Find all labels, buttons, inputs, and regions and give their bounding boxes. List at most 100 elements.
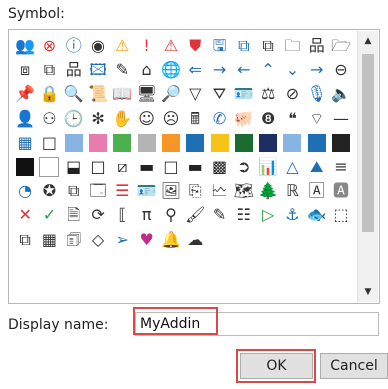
- triangle-icon[interactable]: △: [280, 155, 304, 179]
- scales-icon[interactable]: ⚖: [256, 82, 280, 106]
- smile-icon[interactable]: ☺: [134, 107, 158, 131]
- hand-icon[interactable]: ✋: [110, 107, 134, 131]
- funnel-icon[interactable]: ⛛: [207, 82, 231, 106]
- letter-a-shaded-icon[interactable]: 🅰: [329, 179, 353, 203]
- person-icon[interactable]: ⚇: [37, 107, 61, 131]
- scroll-down-button[interactable]: ▼: [359, 283, 377, 301]
- save-icon[interactable]: 🖫: [207, 34, 231, 58]
- monitor-icon[interactable]: 🖥: [134, 82, 158, 106]
- diagonal-square-icon[interactable]: ⧄: [110, 155, 134, 179]
- empty-square-icon[interactable]: □: [159, 155, 183, 179]
- ok-button[interactable]: OK: [240, 353, 313, 379]
- selection-icon[interactable]: ⬚: [329, 203, 353, 227]
- arrow-left-icon[interactable]: ⇐: [183, 58, 207, 82]
- block-icon[interactable]: ⊘: [280, 82, 304, 106]
- scrollbar-thumb[interactable]: [362, 54, 374, 232]
- cancel-circle-icon[interactable]: ⊗: [37, 34, 61, 58]
- note-icon[interactable]: 🗊: [62, 228, 86, 252]
- pen-icon[interactable]: ✎: [207, 203, 231, 227]
- shield-icon[interactable]: ⛊: [183, 34, 207, 58]
- swatch-light-blue-framed-icon[interactable]: [280, 131, 304, 155]
- speaker-icon[interactable]: 🔈: [329, 82, 353, 106]
- warning-triangle-icon[interactable]: ⚠: [110, 34, 134, 58]
- qr-icon[interactable]: ▩: [207, 155, 231, 179]
- arrow-right-thin-icon[interactable]: →: [305, 58, 329, 82]
- folder-icon[interactable]: 🗀: [280, 34, 304, 58]
- swatch-dark-green-icon[interactable]: [232, 131, 256, 155]
- bullets-icon[interactable]: ☷: [232, 203, 256, 227]
- edit-document-icon[interactable]: 🗎: [62, 203, 86, 227]
- letter-a-box-icon[interactable]: 🄰: [305, 179, 329, 203]
- dark-square-icon[interactable]: ▬: [134, 155, 158, 179]
- refresh-icon[interactable]: ⟳: [86, 203, 110, 227]
- pin-icon[interactable]: 📌: [13, 82, 37, 106]
- award-icon[interactable]: ✪: [37, 179, 61, 203]
- tree-icon[interactable]: 🌲: [256, 179, 280, 203]
- number-8-icon[interactable]: ❽: [256, 107, 280, 131]
- arrow-back-icon[interactable]: ←: [232, 58, 256, 82]
- window-stack-icon[interactable]: ⧉: [37, 58, 61, 82]
- swatch-black-icon[interactable]: [13, 155, 37, 179]
- home-icon[interactable]: ⌂: [134, 58, 158, 82]
- paint-icon[interactable]: 🖌: [183, 203, 207, 227]
- anchor-icon[interactable]: ⚓: [280, 203, 304, 227]
- dialog-icon[interactable]: 🗔: [86, 179, 110, 203]
- pi-icon[interactable]: π: [134, 203, 158, 227]
- flowchart-icon[interactable]: ⧉: [62, 179, 86, 203]
- swatch-gray-icon[interactable]: [134, 131, 158, 155]
- book-icon[interactable]: 📖: [110, 82, 134, 106]
- id-card-icon[interactable]: 🪪: [232, 82, 256, 106]
- image-icon[interactable]: 🖼: [159, 179, 183, 203]
- bell-icon[interactable]: 🔔: [159, 228, 183, 252]
- globe-icon[interactable]: 🌐: [159, 58, 183, 82]
- checkmark-icon[interactable]: ✓: [37, 203, 61, 227]
- swatch-blank-icon[interactable]: [37, 155, 61, 179]
- swatch-pink-icon[interactable]: [86, 131, 110, 155]
- alert-triangle-icon[interactable]: ⚠: [159, 34, 183, 58]
- wifi-icon[interactable]: ⌔: [305, 107, 329, 131]
- hierarchy-icon[interactable]: 品: [305, 34, 329, 58]
- fish-icon[interactable]: 🐟: [305, 203, 329, 227]
- square-icon[interactable]: □: [86, 155, 110, 179]
- network-icon[interactable]: 品: [62, 58, 86, 82]
- calculator-icon[interactable]: 🖩: [183, 107, 207, 131]
- arrow-circle-right-icon[interactable]: ➲: [232, 155, 256, 179]
- scroll-up-button[interactable]: ▲: [359, 32, 377, 50]
- info-circle-icon[interactable]: ⓘ: [62, 34, 86, 58]
- back-circle-icon[interactable]: ⊖: [329, 58, 353, 82]
- window-split-icon[interactable]: ⧈: [13, 58, 37, 82]
- swatch-half-black-icon[interactable]: [329, 131, 353, 155]
- symbol-grid-scrollbar[interactable]: ▲ ▼: [357, 31, 378, 302]
- phone-icon[interactable]: ✆: [207, 107, 231, 131]
- search-icon[interactable]: 🔍: [62, 82, 86, 106]
- copy-icon[interactable]: ⎘: [183, 179, 207, 203]
- send-icon[interactable]: ➢: [110, 228, 134, 252]
- microphone-icon[interactable]: 🎙: [305, 82, 329, 106]
- minus-icon[interactable]: —: [329, 107, 353, 131]
- radio-button-icon[interactable]: ◉: [86, 34, 110, 58]
- swatch-diagonal-icon[interactable]: [305, 131, 329, 155]
- people-icon[interactable]: 👤: [13, 107, 37, 131]
- chart-window-icon[interactable]: 🗠: [207, 179, 231, 203]
- quote-icon[interactable]: ❝: [280, 107, 304, 131]
- diamond-icon[interactable]: ◇: [86, 228, 110, 252]
- org-chart-icon[interactable]: 👥: [13, 34, 37, 58]
- chevron-down-icon[interactable]: ⌄: [280, 58, 304, 82]
- swatch-orange-icon[interactable]: [159, 131, 183, 155]
- swatch-light-blue-icon[interactable]: [62, 131, 86, 155]
- picture-stack-icon[interactable]: 🗺: [232, 179, 256, 203]
- cancel-button[interactable]: Cancel: [320, 353, 388, 379]
- exclamation-icon[interactable]: !: [134, 34, 158, 58]
- filter-icon[interactable]: ▽: [183, 82, 207, 106]
- line-square-icon[interactable]: ▬: [183, 155, 207, 179]
- clock-icon[interactable]: 🕒: [62, 107, 86, 131]
- align-left-icon[interactable]: ≡: [329, 155, 353, 179]
- list-box-icon[interactable]: ☰: [110, 179, 134, 203]
- play-icon[interactable]: ▷: [256, 203, 280, 227]
- scroll-icon[interactable]: 📜: [86, 82, 110, 106]
- arrow-right-icon[interactable]: →: [207, 58, 231, 82]
- flowchart-small-icon[interactable]: ⧉: [13, 228, 37, 252]
- square-outline-icon[interactable]: □: [37, 131, 61, 155]
- pie-chart-icon[interactable]: ◔: [13, 179, 37, 203]
- half-square-icon[interactable]: ⬓: [62, 155, 86, 179]
